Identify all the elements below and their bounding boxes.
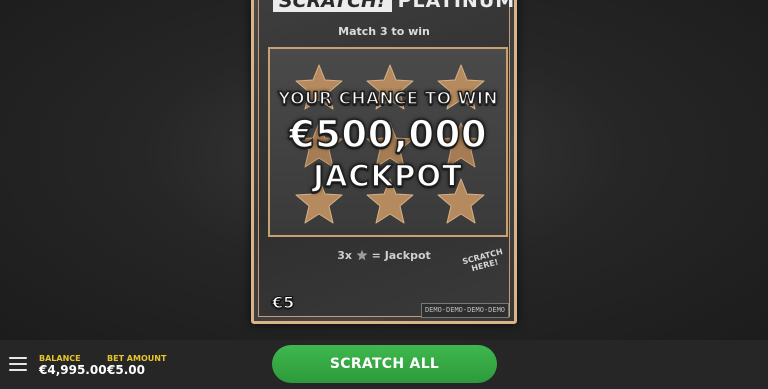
ticket-inner: SCRATCH! PLATINUM Match 3 to win YOUR CH… <box>258 0 514 318</box>
ticket-price: €5 <box>271 293 295 313</box>
bottom-bar: BALANCE €4,995.00 BET AMOUNT €5.00 SCRAT… <box>0 340 768 389</box>
star-icon <box>356 249 368 261</box>
legend-suffix: = Jackpot <box>371 249 431 262</box>
logo-scratch-text: SCRATCH! <box>273 0 392 12</box>
hamburger-menu-icon[interactable] <box>9 357 27 371</box>
legend-prefix: 3x <box>337 249 352 262</box>
scratch-area[interactable]: YOUR CHANCE TO WIN €500,000 JACKPOT <box>268 47 508 237</box>
game-logo: SCRATCH! PLATINUM <box>273 0 514 12</box>
scratch-ticket: SCRATCH! PLATINUM Match 3 to win YOUR CH… <box>251 0 517 324</box>
balance-value: €4,995.00 <box>39 363 107 377</box>
logo-platinum-text: PLATINUM <box>397 0 516 12</box>
game-stage: SCRATCH! PLATINUM Match 3 to win YOUR CH… <box>0 0 768 340</box>
bet-amount-value: €5.00 <box>107 363 145 377</box>
match-instruction: Match 3 to win <box>338 25 430 38</box>
headline-chance: YOUR CHANCE TO WIN <box>277 88 498 110</box>
demo-watermark: DEMO-DEMO-DEMO-DEMO <box>421 303 509 318</box>
scratch-all-button[interactable]: SCRATCH ALL <box>272 345 497 383</box>
headline-amount: €500,000 <box>288 112 488 157</box>
headline-jackpot: JACKPOT <box>312 158 463 194</box>
bet-amount-display[interactable]: BET AMOUNT €5.00 <box>107 354 166 377</box>
balance-display: BALANCE €4,995.00 <box>39 354 107 377</box>
